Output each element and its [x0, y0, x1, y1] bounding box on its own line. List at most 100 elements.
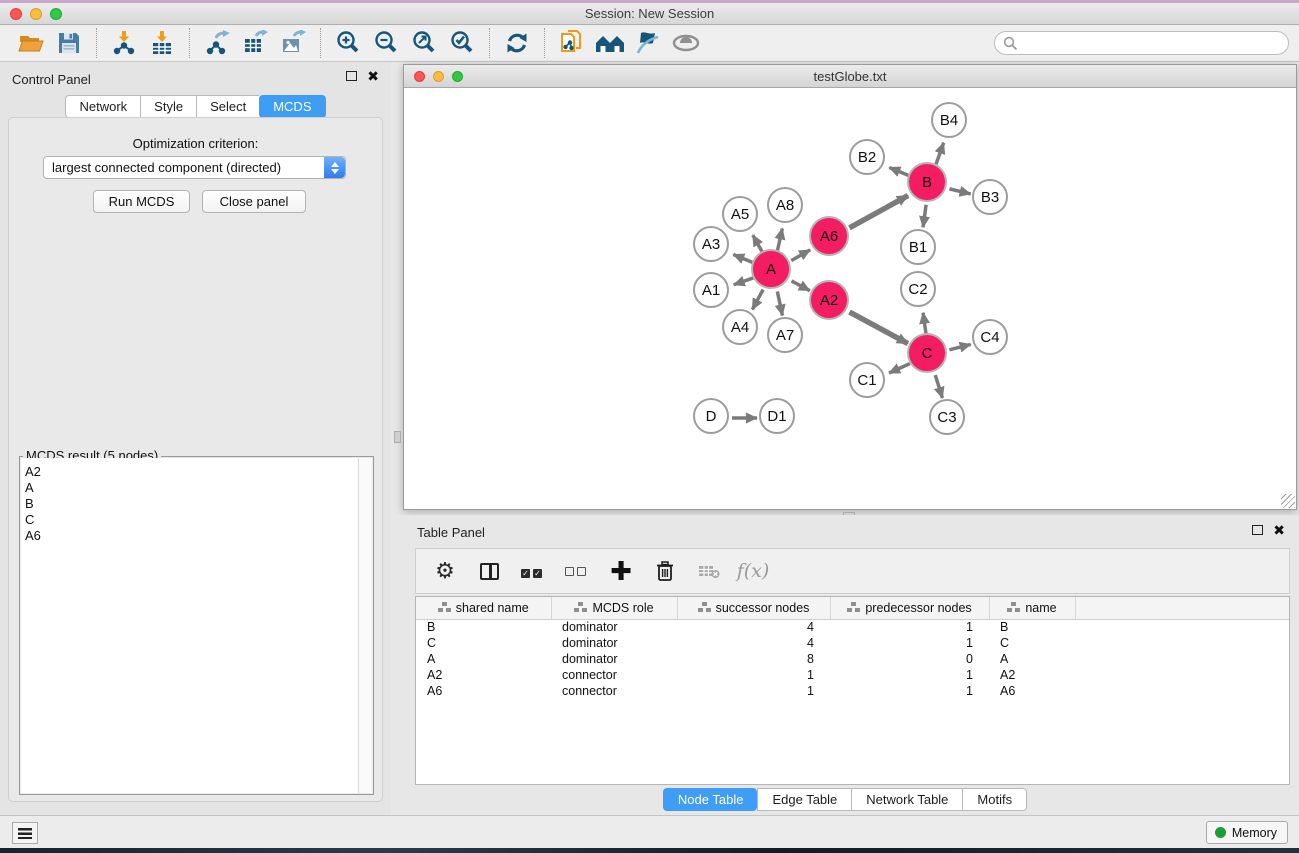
deselect-all-button[interactable] [562, 555, 592, 587]
run-mcds-button[interactable]: Run MCDS [93, 190, 190, 213]
tab-network[interactable]: Network [65, 95, 140, 118]
column-header-successor-nodes[interactable]: successor nodes [677, 597, 830, 619]
export-network-button[interactable] [198, 27, 236, 59]
save-session-button[interactable] [50, 27, 88, 59]
table-cell[interactable]: 0 [830, 651, 989, 667]
table-cell[interactable]: 1 [830, 635, 989, 651]
table-row[interactable]: Bdominator41B [416, 619, 1289, 635]
table-cell[interactable]: 1 [830, 667, 989, 683]
table-cell[interactable]: connector [551, 667, 677, 683]
result-list-item[interactable]: B [25, 496, 358, 512]
zoom-selected-button[interactable] [443, 27, 481, 59]
window-resize-grip[interactable] [1281, 494, 1295, 508]
graph-node-A8[interactable]: A8 [767, 187, 803, 223]
graph-node-B[interactable]: B [907, 162, 947, 202]
first-neighbors-button[interactable] [591, 27, 629, 59]
import-table-button[interactable] [143, 27, 181, 59]
graph-node-B2[interactable]: B2 [849, 139, 885, 175]
table-cell[interactable]: dominator [551, 619, 677, 635]
result-list-item[interactable]: C [25, 512, 358, 528]
function-builder-button[interactable]: f(x) [738, 555, 768, 587]
table-row[interactable]: A6connector11A6 [416, 683, 1289, 699]
table-cell[interactable]: 1 [830, 683, 989, 699]
tab-mcds[interactable]: MCDS [259, 95, 325, 118]
search-field[interactable] [994, 31, 1289, 55]
graph-node-A1[interactable]: A1 [693, 272, 729, 308]
graph-node-A7[interactable]: A7 [767, 317, 803, 353]
table-cell[interactable]: connector [551, 683, 677, 699]
network-canvas[interactable]: AA1A2A3A4A5A6A7A8BB1B2B3B4CC1C2C3C4DD1 [405, 89, 1295, 509]
table-row[interactable]: Cdominator41C [416, 635, 1289, 651]
table-cell[interactable]: 8 [677, 651, 830, 667]
network-window-titlebar[interactable]: testGlobe.txt [404, 65, 1296, 88]
table-cell[interactable]: A [989, 651, 1075, 667]
table-cell[interactable]: C [416, 635, 551, 651]
graph-node-A3[interactable]: A3 [693, 226, 729, 262]
graph-node-A4[interactable]: A4 [722, 309, 758, 345]
graph-node-A6[interactable]: A6 [809, 216, 849, 256]
graph-node-B3[interactable]: B3 [972, 179, 1008, 215]
graph-node-C2[interactable]: C2 [900, 271, 936, 307]
delete-table-button[interactable] [694, 555, 724, 587]
graph-node-D1[interactable]: D1 [759, 398, 795, 434]
task-history-button[interactable] [12, 822, 38, 844]
table-cell[interactable]: dominator [551, 651, 677, 667]
graph-node-C4[interactable]: C4 [972, 319, 1008, 355]
zoom-fit-button[interactable] [405, 27, 443, 59]
close-table-panel-icon[interactable]: ✖ [1273, 525, 1285, 535]
table-settings-button[interactable]: ⚙ [430, 555, 460, 587]
add-column-button[interactable]: ✚ [606, 555, 636, 587]
result-list-item[interactable]: A6 [25, 528, 358, 544]
export-table-button[interactable] [236, 27, 274, 59]
close-panel-button[interactable]: Close panel [202, 190, 306, 213]
criterion-dropdown[interactable]: largest connected component (directed) [43, 156, 346, 179]
new-network-from-selection-button[interactable] [553, 27, 591, 59]
search-input[interactable] [1018, 36, 1288, 51]
graph-node-A5[interactable]: A5 [722, 196, 758, 232]
table-cell[interactable]: 1 [677, 683, 830, 699]
show-columns-button[interactable] [474, 555, 504, 587]
table-cell[interactable]: 1 [830, 619, 989, 635]
column-header-predecessor-nodes[interactable]: predecessor nodes [830, 597, 989, 619]
column-header-name[interactable]: name [989, 597, 1075, 619]
tab-motifs[interactable]: Motifs [962, 788, 1027, 811]
graph-node-B1[interactable]: B1 [900, 229, 936, 265]
graph-node-C1[interactable]: C1 [849, 362, 885, 398]
float-table-panel-icon[interactable] [1252, 525, 1263, 535]
splitter-vertical-thumb[interactable] [394, 431, 401, 443]
float-panel-icon[interactable] [346, 71, 357, 81]
show-all-button[interactable] [667, 27, 705, 59]
zoom-out-button[interactable] [367, 27, 405, 59]
table-cell[interactable]: A2 [416, 667, 551, 683]
memory-button[interactable]: Memory [1206, 821, 1288, 844]
result-list-item[interactable]: A [25, 480, 358, 496]
column-header-MCDS-role[interactable]: MCDS role [551, 597, 677, 619]
table-cell[interactable]: A6 [989, 683, 1075, 699]
graph-node-D[interactable]: D [693, 398, 729, 434]
table-cell[interactable]: 1 [677, 667, 830, 683]
export-image-button[interactable] [274, 27, 312, 59]
tab-node-table[interactable]: Node Table [663, 788, 758, 811]
hide-selected-button[interactable] [629, 27, 667, 59]
column-header-shared-name[interactable]: shared name [416, 597, 551, 619]
mcds-result-list[interactable]: A2ABCA6 [21, 458, 359, 793]
result-list-item[interactable]: A2 [25, 464, 358, 480]
close-panel-icon[interactable]: ✖ [367, 71, 379, 81]
graph-node-C3[interactable]: C3 [929, 399, 965, 435]
table-cell[interactable]: B [416, 619, 551, 635]
graph-node-A2[interactable]: A2 [809, 280, 849, 320]
graph-node-C[interactable]: C [907, 333, 947, 373]
table-cell[interactable]: C [989, 635, 1075, 651]
graph-node-A[interactable]: A [751, 249, 791, 289]
table-cell[interactable]: B [989, 619, 1075, 635]
table-cell[interactable]: 4 [677, 619, 830, 635]
table-cell[interactable]: A2 [989, 667, 1075, 683]
tab-network-table[interactable]: Network Table [851, 788, 962, 811]
open-file-button[interactable] [12, 27, 50, 59]
table-cell[interactable]: A6 [416, 683, 551, 699]
table-cell[interactable]: dominator [551, 635, 677, 651]
select-all-button[interactable]: ✓✓ [518, 555, 548, 587]
import-network-button[interactable] [105, 27, 143, 59]
tab-edge-table[interactable]: Edge Table [757, 788, 851, 811]
result-scrollbar[interactable] [359, 458, 372, 793]
